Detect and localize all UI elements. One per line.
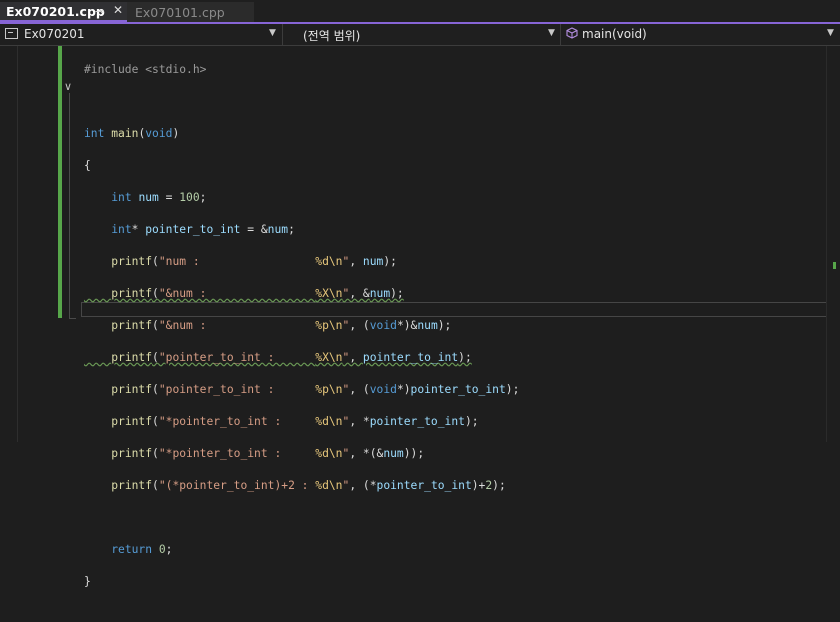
close-icon[interactable]: ✕: [113, 3, 123, 17]
project-dropdown[interactable]: Ex070201 ▼: [0, 24, 283, 45]
pin-icon[interactable]: ⊸: [95, 5, 104, 18]
code-text: #include <stdio.h> int main(void) { int …: [84, 46, 519, 622]
tab-ex070101[interactable]: Ex070101.cpp: [127, 2, 254, 22]
glyph-margin: [17, 46, 18, 442]
chevron-down-icon: ▼: [548, 28, 555, 38]
code-line-return: return 0;: [111, 543, 173, 556]
code-line-pointer-decl: int* pointer_to_int = &num;: [111, 223, 295, 236]
collapse-chevron-icon[interactable]: ∨: [64, 80, 72, 93]
code-line-printf: printf("pointer_to_int : %X\n", pointer_…: [111, 351, 472, 364]
code-line-printf: printf("&num : %p\n", (void*)&num);: [111, 319, 452, 332]
tab-label: Ex070101.cpp: [135, 4, 225, 20]
chevron-down-icon: ▼: [269, 28, 276, 38]
scrollbar-change-marker: [833, 262, 836, 269]
code-line-main: int main(void): [84, 127, 180, 140]
code-line-printf: printf("num : %d\n", num);: [111, 255, 397, 268]
code-line-include: #include <stdio.h>: [84, 63, 207, 76]
code-line-open-brace: {: [84, 159, 91, 172]
vertical-scrollbar[interactable]: [826, 46, 840, 442]
member-label: main(void): [582, 27, 647, 41]
scope-dropdown[interactable]: (전역 범위) ▼: [283, 24, 561, 45]
code-line-printf: printf("*pointer_to_int : %d\n", *(&num)…: [111, 447, 425, 460]
code-line-printf: printf("pointer_to_int : %p\n", (void*)p…: [111, 383, 520, 396]
project-icon: [5, 28, 18, 39]
fold-guide: [69, 93, 70, 319]
tab-label: Ex070201.cpp: [6, 3, 105, 19]
scope-label: (전역 범위): [303, 29, 361, 43]
project-label: Ex070201: [24, 27, 85, 41]
code-line-printf: printf("(*pointer_to_int)+2 : %d\n", (*p…: [111, 479, 506, 492]
member-dropdown[interactable]: main(void) ▼: [561, 24, 840, 45]
code-line-close-brace: }: [84, 575, 91, 588]
fold-guide-end: [69, 318, 76, 319]
code-line-printf: printf("&num : %X\n", &num);: [111, 287, 404, 300]
cube-icon: [566, 27, 578, 39]
change-tracking-bar: [58, 46, 62, 318]
navigation-bar: Ex070201 ▼ (전역 범위) ▼ main(void) ▼: [0, 24, 840, 46]
code-line-num-decl: int num = 100;: [111, 191, 207, 204]
code-line-printf: printf("*pointer_to_int : %d\n", *pointe…: [111, 415, 479, 428]
code-editor[interactable]: ∨ #include <stdio.h> int main(void) { in…: [0, 46, 840, 588]
document-tab-strip: Ex070201.cpp ⊸ ✕ Ex070101.cpp: [0, 0, 840, 22]
chevron-down-icon: ▼: [827, 28, 834, 38]
tab-ex070201[interactable]: Ex070201.cpp ⊸ ✕: [0, 2, 127, 22]
